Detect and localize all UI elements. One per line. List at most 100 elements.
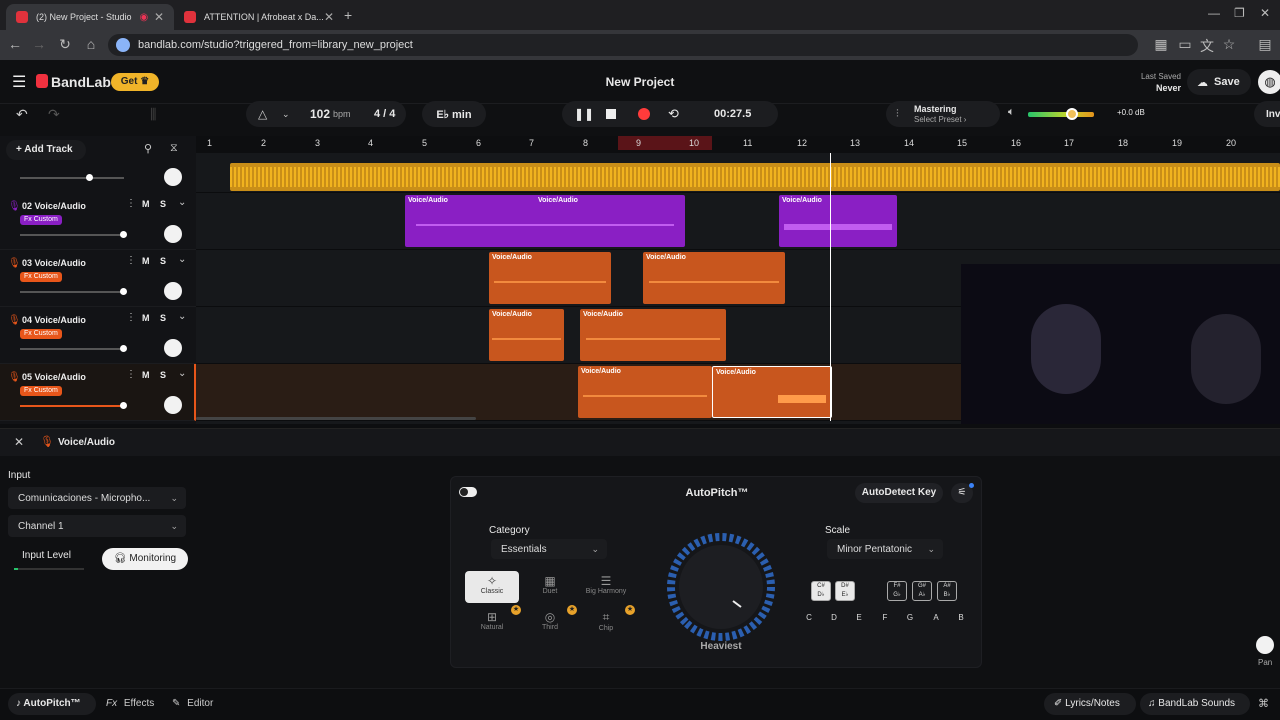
track-lane[interactable] [196, 153, 1280, 193]
invite-button[interactable]: Inv [1254, 101, 1280, 127]
auto-adjust-icon[interactable]: ⧖ [170, 142, 178, 155]
key-a-sharp[interactable]: A# B♭ [937, 581, 957, 601]
more-options-icon[interactable]: ⋮ [126, 369, 136, 380]
audio-clip[interactable] [230, 163, 1280, 191]
playhead[interactable] [830, 153, 831, 421]
fx-badge[interactable]: Fx Custom [20, 329, 62, 339]
key-g-sharp[interactable]: G# A♭ [912, 581, 932, 601]
volume-knob[interactable] [120, 345, 127, 352]
track-row[interactable]: 🎙︎ 02 Voice/Audio Fx Custom ⋮ M S ⌄ [0, 193, 196, 250]
mute-button[interactable]: M [142, 256, 150, 266]
redo-icon[interactable]: ↷ [48, 106, 60, 123]
key-f[interactable]: F [879, 613, 891, 622]
track-name[interactable]: 05 Voice/Audio [22, 372, 86, 382]
shortcuts-icon[interactable]: ⌘ [1258, 697, 1269, 710]
side-panel-icon[interactable]: ▤ [1256, 36, 1274, 53]
home-icon[interactable]: ⌂ [82, 36, 100, 52]
master-volume-knob[interactable] [1066, 108, 1078, 120]
key-a[interactable]: A [930, 613, 942, 622]
new-tab-icon[interactable]: + [344, 7, 352, 23]
chevron-down-icon[interactable]: ⌄ [178, 368, 186, 379]
chevron-down-icon[interactable]: ⌄ [178, 311, 186, 322]
volume-slider[interactable] [20, 231, 127, 238]
category-select[interactable]: Essentials ⌄ [491, 539, 607, 559]
close-tab-icon[interactable]: ✕ [154, 10, 164, 24]
extension-icon[interactable]: ▦ [1152, 36, 1170, 53]
volume-slider[interactable] [20, 402, 127, 409]
more-options-icon[interactable]: ⋮ [126, 198, 136, 209]
track-row[interactable]: 🎙︎ 03 Voice/Audio Fx Custom ⋮ M S ⌄ [0, 250, 196, 307]
pan-knob[interactable] [1256, 636, 1274, 654]
timeline-ruler[interactable]: 1 2 3 4 5 6 7 8 9 10 11 12 13 14 15 16 1… [196, 136, 1280, 153]
bookmark-star-icon[interactable]: ☆ [1220, 36, 1238, 53]
tab-effects[interactable]: Fx Effects [106, 698, 154, 709]
track-lane[interactable]: Voice/Audio Voice/Audio Voice/Audio [196, 193, 1280, 250]
pause-icon[interactable]: ❚❚ [574, 107, 594, 121]
fx-badge[interactable]: Fx Custom [20, 215, 62, 225]
intensity-knob[interactable] [663, 529, 779, 645]
tab-autopitch[interactable]: ♪ AutoPitch™ [8, 693, 96, 715]
bandlab-sounds-button[interactable]: ♫ BandLab Sounds [1140, 693, 1250, 715]
more-options-icon[interactable]: ⋮ [126, 255, 136, 266]
solo-button[interactable]: S [160, 370, 166, 380]
minimize-icon[interactable]: — [1208, 6, 1220, 20]
loop-icon[interactable]: ⟲ [668, 106, 679, 122]
mute-button[interactable]: M [142, 313, 150, 323]
solo-button[interactable]: S [160, 199, 166, 209]
audio-clip[interactable]: Voice/Audio [578, 366, 712, 418]
close-panel-icon[interactable]: ✕ [14, 435, 24, 449]
monitoring-button[interactable]: 🎧︎ Monitoring [102, 548, 188, 570]
stop-icon[interactable] [606, 109, 616, 119]
audio-clip-selected[interactable]: Voice/Audio [712, 366, 832, 418]
mixer-icon[interactable]: ⫼ [150, 106, 156, 123]
lyrics-notes-button[interactable]: ✐ Lyrics/Notes [1044, 693, 1136, 715]
maximize-icon[interactable]: ❐ [1234, 6, 1245, 20]
audio-clip[interactable]: Voice/Audio [489, 309, 564, 361]
pan-knob[interactable] [164, 339, 182, 357]
browser-tab-studio[interactable]: (2) New Project - Studio ◉ ✕ [6, 4, 174, 30]
globe-icon[interactable]: ◍ [1258, 70, 1280, 94]
track-name[interactable]: 04 Voice/Audio [22, 315, 86, 325]
pan-knob[interactable] [164, 282, 182, 300]
more-options-icon[interactable]: ⋮ [126, 312, 136, 323]
key-d[interactable]: D [828, 613, 840, 622]
site-info-icon[interactable] [116, 38, 130, 52]
reload-icon[interactable]: ↻ [56, 36, 74, 53]
autodetect-key-button[interactable]: AutoDetect Key [855, 483, 943, 503]
key-c[interactable]: C [803, 613, 815, 622]
audio-clip[interactable]: Voice/Audio Voice/Audio [405, 195, 685, 247]
key-g[interactable]: G [904, 613, 916, 622]
key-d-sharp[interactable]: D# E♭ [835, 581, 855, 601]
horizontal-scrollbar[interactable] [196, 417, 476, 420]
audio-clip[interactable]: Voice/Audio [580, 309, 726, 361]
cast-icon[interactable]: ▭ [1176, 36, 1194, 53]
pan-knob[interactable] [164, 396, 182, 414]
add-track-button[interactable]: + Add Track [6, 140, 86, 160]
pan-knob[interactable] [164, 225, 182, 243]
key-b[interactable]: B [955, 613, 967, 622]
browser-tab-youtube[interactable]: ATTENTION | Afrobeat x Da... ✕ [174, 4, 344, 30]
chevron-down-icon[interactable]: ⌄ [178, 254, 186, 265]
audio-clip[interactable]: Voice/Audio [779, 195, 897, 247]
chevron-down-icon[interactable]: ⌄ [178, 197, 186, 208]
track-01-pan-knob[interactable] [164, 168, 182, 186]
master-volume-slider[interactable] [1028, 108, 1094, 120]
track-row-selected[interactable]: 🎙︎ 05 Voice/Audio Fx Custom ⋮ M S ⌄ [0, 364, 196, 421]
solo-button[interactable]: S [160, 256, 166, 266]
close-window-icon[interactable]: ✕ [1260, 6, 1270, 20]
preset-classic[interactable]: ✧ Classic [465, 571, 519, 603]
project-title[interactable]: New Project [0, 75, 1280, 89]
undo-icon[interactable]: ↶ [16, 106, 28, 123]
mute-button[interactable]: M [142, 370, 150, 380]
volume-slider[interactable] [20, 288, 127, 295]
tab-editor[interactable]: ✎ Editor [172, 698, 213, 709]
audio-clip[interactable]: Voice/Audio [643, 252, 785, 304]
fx-badge[interactable]: Fx Custom [20, 386, 62, 396]
volume-knob[interactable] [86, 174, 93, 181]
forward-icon[interactable]: → [30, 36, 48, 52]
save-button[interactable]: ☁ Save [1187, 69, 1251, 95]
mastering-button[interactable]: ⫶ Mastering Select Preset › [886, 101, 1000, 127]
scale-select[interactable]: Minor Pentatonic ⌄ [827, 539, 943, 559]
speaker-icon[interactable]: 🔈︎ [1008, 106, 1015, 119]
volume-knob[interactable] [120, 288, 127, 295]
